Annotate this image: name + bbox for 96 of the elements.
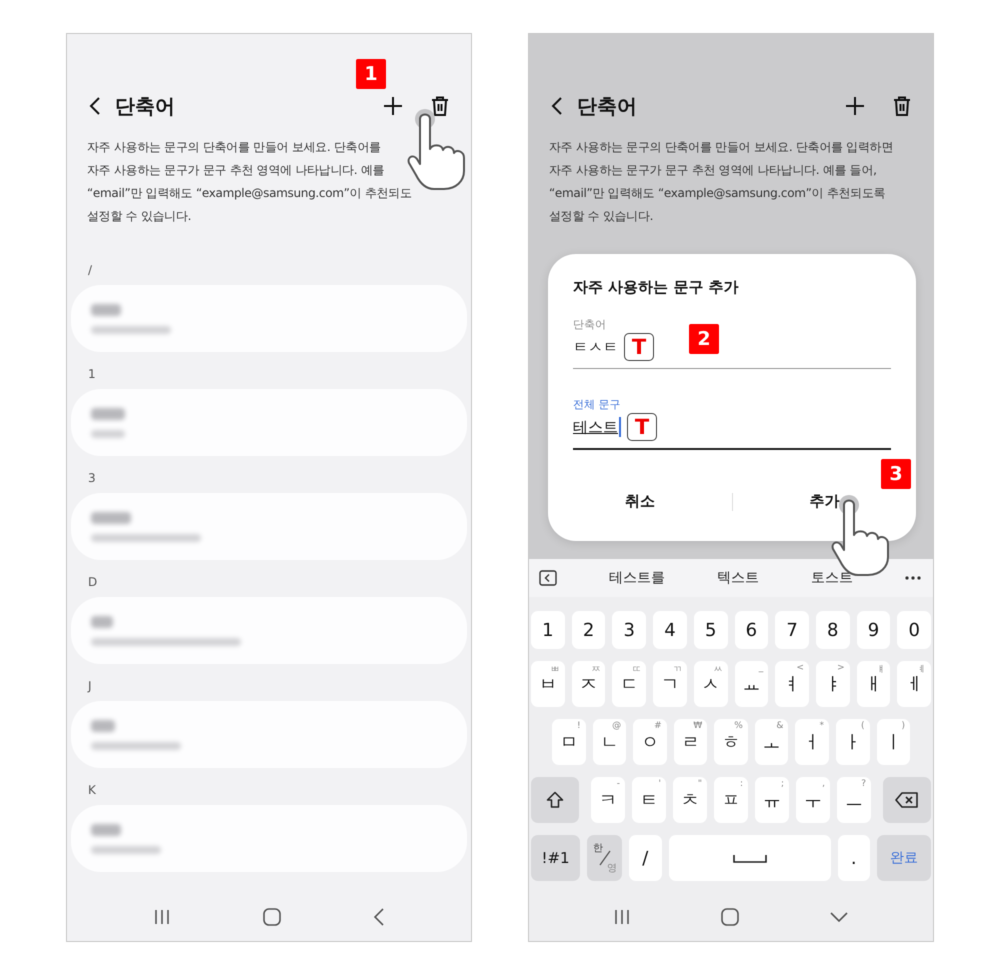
recents-icon[interactable] — [154, 909, 170, 925]
key[interactable]: / — [629, 835, 662, 881]
key[interactable]: ㅃ ㅂ — [531, 661, 565, 707]
key[interactable]: ! ㅁ — [552, 719, 586, 765]
key[interactable]: ( ㅏ — [836, 719, 870, 765]
key[interactable]: , ㅜ — [796, 777, 830, 823]
dialog-button[interactable]: 추가 — [732, 486, 916, 517]
back-icon[interactable] — [551, 96, 563, 116]
suggestion[interactable]: 텍스트 — [717, 569, 759, 587]
suggestion[interactable]: 토스트 — [811, 569, 853, 587]
section-header: D — [87, 574, 98, 591]
key[interactable]: ㄲ ㄱ — [653, 661, 687, 707]
trash-icon[interactable] — [431, 96, 449, 116]
recents-icon[interactable] — [614, 909, 630, 925]
page-title: 단축어 — [115, 92, 175, 120]
description-line: 설정할 수 있습니다. — [549, 208, 654, 225]
key[interactable]: _ ㅛ — [734, 661, 768, 707]
section-header: K — [87, 782, 97, 799]
add-icon[interactable] — [845, 96, 865, 116]
blurred-text — [91, 616, 113, 628]
description-line: “email”만 입력해도 “example@samsung.com”이 추천되도 — [87, 185, 413, 202]
section-header: / — [87, 262, 94, 279]
key[interactable]: : ㅍ — [714, 777, 748, 823]
key[interactable]: ) ㅣ — [876, 719, 910, 765]
section-header: 1 — [87, 366, 97, 383]
key[interactable]: ? ㅡ — [837, 777, 871, 823]
key[interactable]: 2 — [572, 611, 606, 649]
blurred-text — [91, 720, 115, 732]
page-title: 단축어 — [577, 92, 637, 120]
key[interactable]: @ ㄴ — [592, 719, 626, 765]
key[interactable]: 8 — [816, 611, 850, 649]
section-header: J — [86, 678, 93, 695]
shift-icon — [546, 791, 564, 809]
step-marker: 2 — [689, 324, 719, 354]
key[interactable]: # ㅇ — [633, 719, 667, 765]
key[interactable]: 1 — [531, 611, 565, 649]
language-key[interactable]: 한 영 — [587, 835, 622, 881]
description-line: 자주 사용하는 문구의 단축어를 만들어 보세요. 단축어를 입력하면 — [549, 139, 894, 156]
blurred-text — [91, 304, 121, 316]
blurred-text — [91, 846, 161, 854]
key[interactable]: * ㅓ — [795, 719, 829, 765]
dialog-title: 자주 사용하는 문구 추가 — [573, 278, 740, 297]
text-marker: T — [627, 413, 657, 441]
key[interactable]: 3 — [612, 611, 646, 649]
key[interactable]: ㅖ ㅔ — [897, 661, 932, 707]
back-icon[interactable] — [374, 908, 384, 926]
key[interactable]: 6 — [734, 611, 768, 649]
key[interactable]: 0 — [897, 611, 932, 649]
step-marker: 3 — [881, 459, 911, 489]
key[interactable]: ' ㅌ — [632, 777, 666, 823]
description-line: 설정할 수 있습니다. — [87, 208, 192, 225]
shift-key[interactable] — [531, 777, 579, 823]
key[interactable]: 5 — [694, 611, 728, 649]
space-icon — [732, 854, 766, 862]
key[interactable]: & ㅗ — [754, 719, 788, 765]
key[interactable]: > ㅑ — [816, 661, 850, 707]
dialog-button[interactable]: 취소 — [548, 486, 732, 517]
suggestion[interactable]: 테스트를 — [609, 569, 665, 587]
add-icon[interactable] — [383, 96, 403, 116]
backspace-key[interactable] — [883, 777, 931, 823]
blurred-text — [91, 512, 131, 524]
section-header: 3 — [87, 470, 97, 487]
home-icon[interactable] — [720, 908, 739, 926]
key[interactable]: ㅉ ㅈ — [572, 661, 606, 707]
description-line: 자주 사용하는 문구가 문구 추천 영역에 나타납니다. 예를 들어, — [549, 162, 878, 179]
key[interactable]: ㄸ ㄷ — [612, 661, 646, 707]
description-line: “email”만 입력해도 “example@samsung.com”이 추천되도록 — [549, 185, 886, 202]
blurred-text — [91, 824, 121, 836]
key[interactable]: 4 — [653, 611, 687, 649]
key[interactable]: ₩ ㄹ — [674, 719, 708, 765]
key[interactable]: % ㅎ — [714, 719, 748, 765]
description-line: 자주 사용하는 문구의 단축어를 만들어 보세요. 단축어를 — [87, 139, 382, 156]
key[interactable]: ㅆ ㅅ — [694, 661, 728, 707]
back-icon[interactable] — [89, 96, 101, 116]
description-line: 자주 사용하는 문구가 문구 추천 영역에 나타납니다. 예를 — [87, 162, 386, 179]
step-marker: 1 — [356, 59, 386, 89]
chevron-down-icon[interactable] — [830, 912, 848, 922]
text-marker: T — [624, 333, 654, 361]
key[interactable]: - ㅋ — [591, 777, 625, 823]
text-field[interactable]: 전체 문구 테스트 T — [573, 397, 891, 450]
symbols-key[interactable]: !#1 — [531, 835, 580, 881]
key[interactable]: . — [838, 835, 870, 881]
key[interactable]: ㅒ ㅐ — [856, 661, 890, 707]
key[interactable]: " ㅊ — [673, 777, 707, 823]
backspace-icon — [895, 792, 919, 808]
more-icon[interactable] — [905, 576, 921, 580]
key[interactable]: 9 — [856, 611, 890, 649]
key[interactable]: < ㅕ — [775, 661, 809, 707]
key[interactable]: ; ㅠ — [755, 777, 789, 823]
key[interactable]: 7 — [775, 611, 809, 649]
trash-icon[interactable] — [893, 96, 911, 116]
collapse-icon[interactable] — [539, 570, 557, 586]
home-icon[interactable] — [262, 908, 281, 926]
hand-pointer-icon — [408, 109, 465, 190]
blurred-text — [91, 408, 125, 420]
blurred-text — [91, 430, 125, 438]
